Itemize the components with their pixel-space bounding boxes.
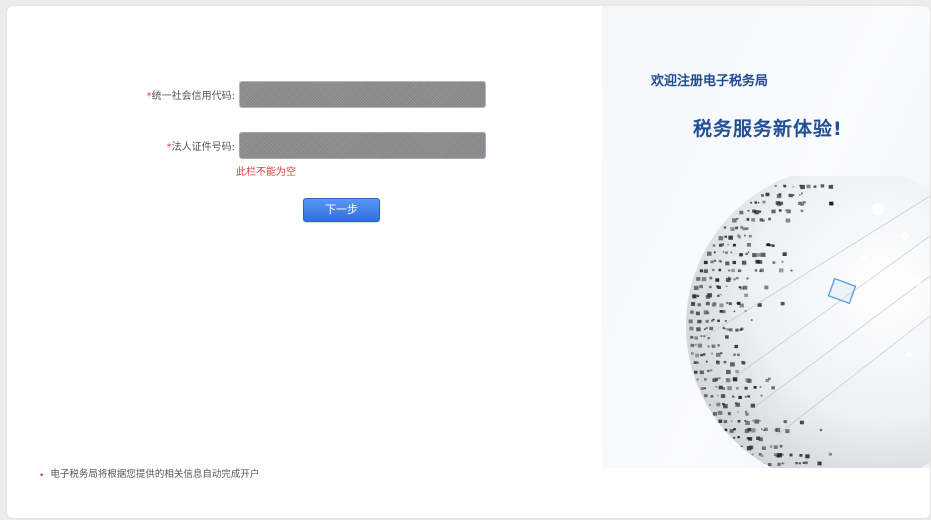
legal-id-error-message: 此栏不能为空 — [236, 167, 296, 178]
digital-globe-illustration-icon — [686, 176, 930, 468]
footer-note-text: 电子税务局将根据您提供的相关信息自动完成开户 — [50, 469, 260, 480]
credit-code-label: *统一社会信用代码: — [147, 87, 235, 102]
credit-code-input[interactable] — [239, 81, 486, 108]
registration-card: *统一社会信用代码: *法人证件号码: 此栏不能为空 下一步 • 电子税务局将根据… — [7, 6, 930, 518]
slogan-heading: 税务服务新体验! — [693, 118, 843, 140]
footer-note: • 电子税务局将根据您提供的相关信息自动完成开户 — [39, 466, 260, 481]
credit-code-row: *统一社会信用代码: — [7, 81, 607, 111]
welcome-heading: 欢迎注册电子税务局 — [651, 74, 769, 89]
welcome-banner: 欢迎注册电子税务局 税务服务新体验! — [602, 6, 930, 468]
legal-id-input[interactable] — [239, 132, 486, 159]
legal-id-label: *法人证件号码: — [167, 138, 235, 153]
legal-id-row: *法人证件号码: — [7, 132, 607, 162]
next-step-button[interactable]: 下一步 — [303, 198, 380, 222]
bullet-icon: • — [39, 471, 45, 481]
legal-id-label-text: 法人证件号码: — [171, 142, 235, 153]
credit-code-label-text: 统一社会信用代码: — [151, 91, 235, 102]
